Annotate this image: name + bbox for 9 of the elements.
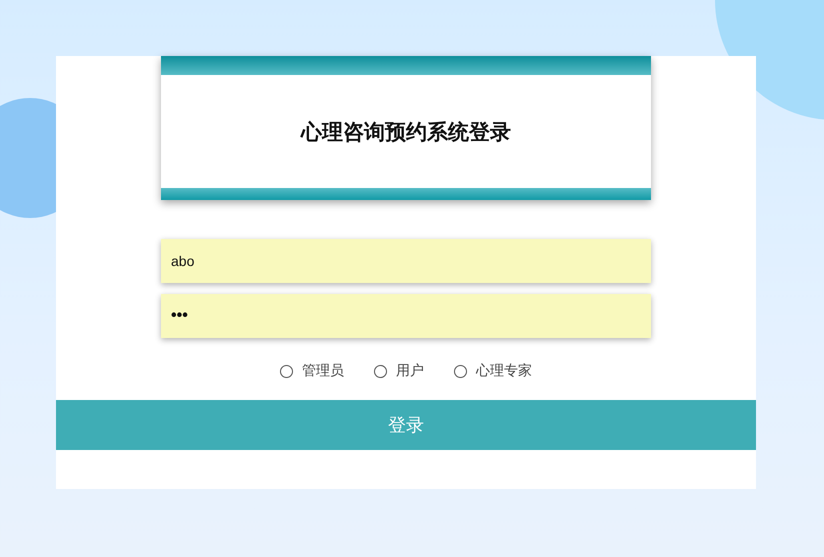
username-field[interactable]: abo [161,239,651,283]
role-label: 心理专家 [476,362,532,380]
radio-button[interactable] [454,364,467,378]
radio-button[interactable] [374,364,387,378]
password-field[interactable]: ••• [161,294,651,338]
page-title: 心理咨询预约系统登录 [301,120,511,146]
role-label: 管理员 [302,362,344,380]
role-label: 用户 [396,362,424,380]
radio-button[interactable] [280,364,293,378]
